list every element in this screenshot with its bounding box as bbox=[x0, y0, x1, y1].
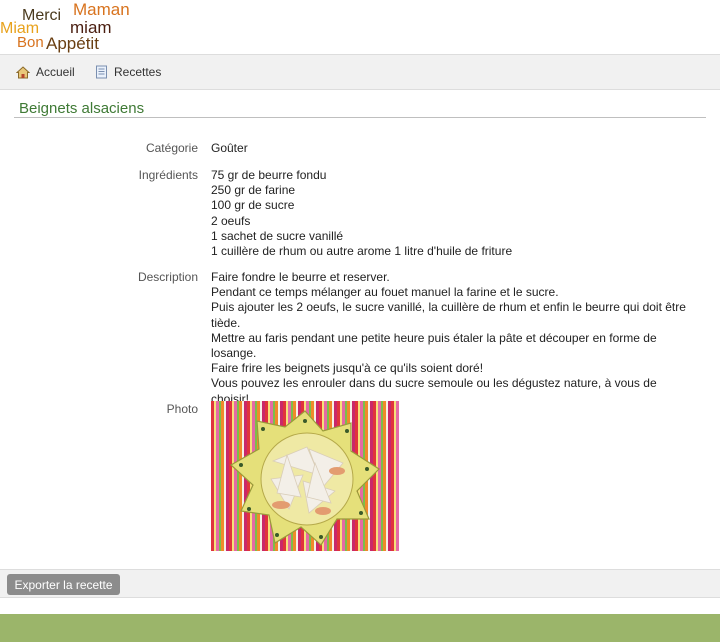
ingredient-line: 1 sachet de sucre vanillé bbox=[211, 228, 344, 243]
nav-item-home[interactable]: Accueil bbox=[16, 55, 75, 89]
description-line: Faire fondre le beurre et reserver. bbox=[211, 270, 390, 284]
home-icon bbox=[16, 65, 30, 78]
ingredient-line: 2 oeufs bbox=[211, 213, 251, 228]
photo-label: Photo bbox=[166, 402, 198, 416]
ingredient-line: 1 cuillère de rhum ou autre arome 1 litr… bbox=[211, 244, 513, 259]
ingredient-line: 100 gr de sucre bbox=[211, 198, 295, 213]
export-recipe-button[interactable]: Exporter la recette bbox=[7, 574, 120, 595]
description-line: Mettre au faris pendant une petite heure… bbox=[211, 330, 657, 361]
description-line: Pendant ce temps mélanger au fouet manue… bbox=[211, 285, 559, 300]
ingredients-label: Ingrédients bbox=[138, 168, 198, 182]
recipe-photo bbox=[211, 401, 399, 551]
category-value: Goûter bbox=[211, 141, 248, 155]
title-divider bbox=[14, 117, 706, 118]
recipes-icon bbox=[96, 65, 107, 79]
category-label: Catégorie bbox=[145, 141, 198, 155]
description-line: Puis ajouter les 2 oeufs, le sucre vanil… bbox=[211, 300, 686, 330]
nav-item-recipes[interactable]: Recettes bbox=[95, 55, 161, 89]
description-text: Faire fondre le beurre et reserver. Pend… bbox=[211, 270, 691, 407]
ingredient-line: 250 gr de farine bbox=[211, 183, 296, 198]
logo-word: Bon bbox=[17, 34, 44, 51]
ingredient-line: 75 gr de beurre fondu bbox=[211, 168, 327, 182]
nav-home-label: Accueil bbox=[36, 65, 75, 79]
site-logo[interactable]: Merci Maman Miam miam Bon Appétit bbox=[0, 0, 140, 54]
main-nav: Accueil Recettes bbox=[0, 54, 720, 90]
logo-word: Appétit bbox=[46, 34, 99, 53]
logo-word: Maman bbox=[73, 0, 130, 19]
description-line: Faire frire les beignets jusqu'à ce qu'i… bbox=[211, 361, 484, 376]
description-label: Description bbox=[137, 270, 198, 284]
ingredients-list: 75 gr de beurre fondu 250 gr de farine 1… bbox=[211, 168, 691, 259]
nav-recipes-label: Recettes bbox=[114, 65, 162, 79]
page-title: Beignets alsaciens bbox=[19, 100, 145, 117]
page-footer bbox=[0, 614, 720, 642]
